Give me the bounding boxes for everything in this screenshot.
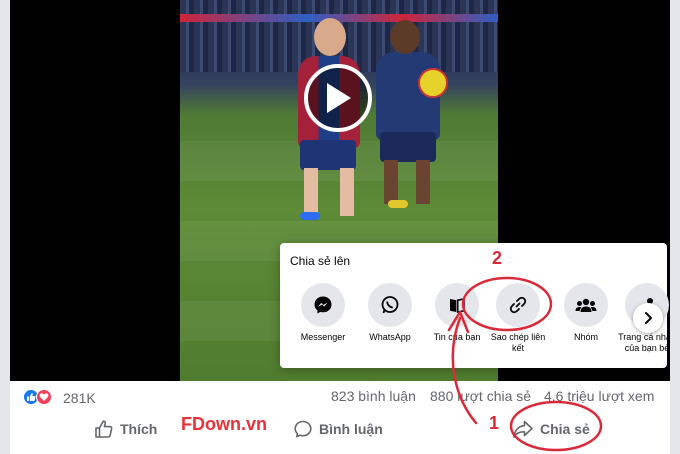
share-messenger-label: Messenger — [300, 332, 346, 342]
video-player[interactable]: Chia sẻ lên Messenger WhatsApp Tin của b… — [10, 0, 670, 381]
share-messenger[interactable]: Messenger — [290, 283, 356, 343]
share-whatsapp-label: WhatsApp — [369, 332, 411, 342]
whatsapp-icon — [368, 283, 412, 327]
share-friend-profile-label: Trang cá nhân của bạn bè — [618, 332, 670, 353]
share-group[interactable]: Nhóm — [553, 283, 619, 343]
share-story[interactable]: Tin của bạn — [424, 283, 490, 343]
share-next-button[interactable] — [633, 303, 663, 333]
player-right-shorts — [380, 132, 436, 162]
football — [418, 68, 448, 98]
link-icon — [496, 283, 540, 327]
messenger-icon — [301, 283, 345, 327]
player-left-shorts — [300, 140, 356, 170]
like-label: Thích — [120, 421, 158, 437]
share-popup-title: Chia sẻ lên — [290, 254, 351, 268]
post-stats: 281K 823 bình luận 880 lượt chia sẻ 4,6 … — [10, 381, 670, 411]
reaction-icons[interactable] — [23, 389, 57, 405]
play-button[interactable] — [304, 64, 372, 132]
share-button[interactable]: Chia sẻ — [512, 415, 590, 443]
comment-button[interactable]: Bình luận — [293, 415, 383, 443]
player-right-leg — [416, 160, 430, 204]
post-actions: Thích FDown.vn Bình luận Chia sẻ — [10, 411, 670, 447]
view-count: 4,6 triệu lượt xem — [544, 388, 655, 404]
fdown-watermark: FDown.vn — [181, 414, 267, 434]
thumbs-up-icon — [95, 420, 113, 438]
player-right-leg — [384, 160, 398, 204]
comment-count[interactable]: 823 bình luận — [331, 388, 416, 404]
player-left-leg — [304, 168, 318, 216]
like-button[interactable]: Thích — [94, 415, 157, 443]
post-card: Chia sẻ lên Messenger WhatsApp Tin của b… — [10, 0, 670, 454]
share-story-label: Tin của bạn — [433, 332, 481, 342]
share-popup: Chia sẻ lên Messenger WhatsApp Tin của b… — [280, 243, 670, 368]
player-left-head — [314, 18, 346, 56]
step-1-marker: 1 — [489, 413, 500, 433]
step-2-marker: 2 — [492, 248, 503, 268]
share-group-label: Nhóm — [573, 332, 598, 342]
reaction-count[interactable]: 281K — [63, 390, 96, 406]
group-icon — [564, 283, 608, 327]
share-copy-link-label: Sao chép liên kết — [490, 332, 546, 353]
love-reaction-icon — [36, 389, 52, 405]
play-icon — [327, 83, 351, 113]
share-copy-link[interactable]: Sao chép liên kết — [485, 283, 551, 354]
player-left-boot — [300, 212, 320, 220]
share-count[interactable]: 880 lượt chia sẻ — [430, 388, 531, 404]
share-arrow-icon — [513, 420, 533, 438]
player-right-boot — [388, 200, 408, 208]
player-right-head — [390, 20, 420, 54]
story-icon — [435, 283, 479, 327]
share-whatsapp[interactable]: WhatsApp — [357, 283, 423, 343]
player-left-leg — [340, 168, 354, 216]
comment-icon — [294, 420, 312, 438]
chevron-right-icon — [645, 312, 652, 324]
comment-label: Bình luận — [319, 421, 383, 437]
share-label: Chia sẻ — [540, 421, 590, 437]
